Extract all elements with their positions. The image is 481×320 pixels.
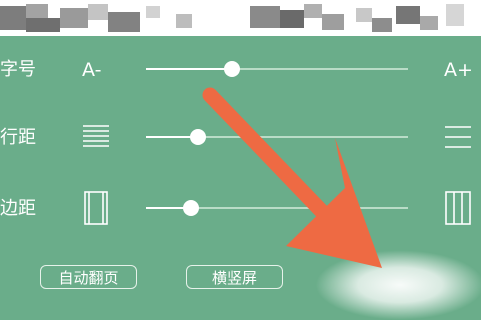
line-spacing-slider[interactable] (146, 129, 408, 145)
auto-page-turn-button[interactable]: 自动翻页 (40, 265, 137, 289)
sparse-lines-icon[interactable] (444, 124, 472, 150)
margin-slider[interactable] (146, 200, 408, 216)
dense-lines-icon[interactable] (82, 124, 110, 150)
narrow-margin-icon[interactable] (84, 191, 108, 225)
margin-label: 边距 (0, 198, 36, 219)
pixelated-header (0, 0, 481, 36)
font-size-label: 字号 (0, 59, 36, 80)
font-size-slider-fill (146, 68, 233, 70)
font-decrease-button[interactable]: A- (82, 59, 101, 81)
wide-margin-icon[interactable] (445, 191, 471, 225)
font-size-slider[interactable] (146, 61, 408, 77)
margin-slider-thumb[interactable] (182, 200, 199, 216)
line-spacing-label: 行距 (0, 127, 36, 148)
line-spacing-slider-thumb[interactable] (190, 129, 207, 145)
font-increase-button[interactable]: A+ (444, 59, 473, 81)
font-size-slider-thumb[interactable] (224, 61, 241, 77)
watermark-glow (315, 250, 481, 320)
orientation-toggle-button[interactable]: 横竖屏 (186, 265, 283, 289)
